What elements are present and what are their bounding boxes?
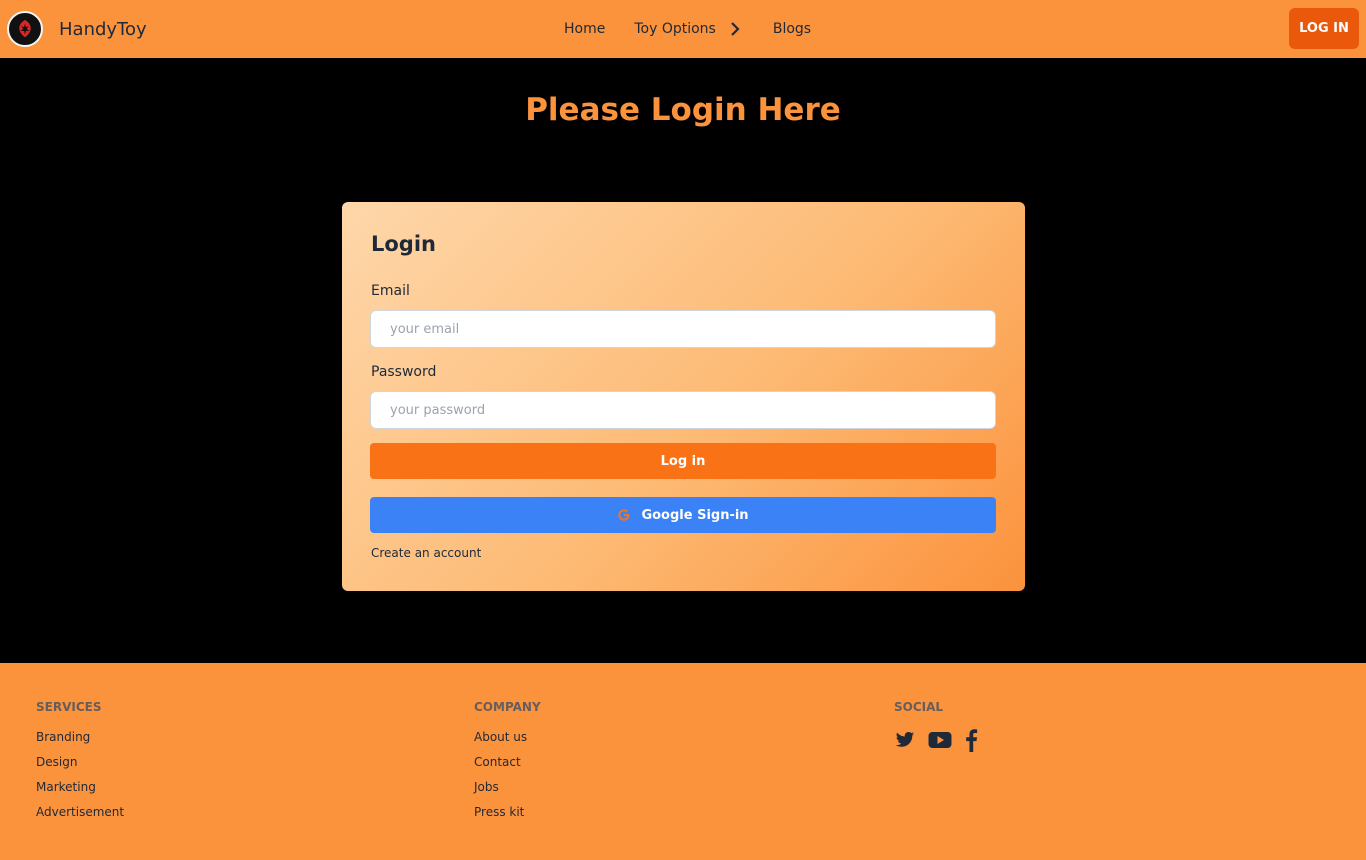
- footer: SERVICES Branding Design Marketing Adver…: [0, 663, 1366, 860]
- login-card: Login Email Password Log in Google Sign-…: [342, 202, 1025, 591]
- google-signin-label: Google Sign-in: [641, 507, 749, 523]
- chevron-right-icon: [730, 22, 740, 36]
- nav-menu: Home Toy Options Blogs: [564, 0, 811, 58]
- nav-toy-options[interactable]: Toy Options: [634, 21, 740, 37]
- nav-home-link[interactable]: Home: [564, 21, 605, 37]
- footer-social-heading: SOCIAL: [894, 700, 944, 714]
- facebook-icon[interactable]: [964, 728, 978, 752]
- navbar: HandyToy Home Toy Options Blogs LOG IN: [0, 0, 1366, 58]
- footer-link-branding[interactable]: Branding: [36, 730, 124, 755]
- footer-link-about-us[interactable]: About us: [474, 730, 541, 755]
- rebel-alliance-logo-icon: [7, 11, 43, 47]
- footer-company-heading: COMPANY: [474, 700, 541, 714]
- nav-blogs-link[interactable]: Blogs: [773, 21, 811, 37]
- footer-services: SERVICES Branding Design Marketing Adver…: [36, 700, 124, 830]
- login-card-title: Login: [371, 232, 436, 256]
- footer-link-jobs[interactable]: Jobs: [474, 780, 541, 805]
- brand[interactable]: HandyToy: [7, 11, 147, 47]
- email-field[interactable]: [370, 310, 996, 348]
- footer-link-marketing[interactable]: Marketing: [36, 780, 124, 805]
- google-signin-button[interactable]: Google Sign-in: [370, 497, 996, 533]
- page-title: Please Login Here: [525, 92, 841, 128]
- twitter-icon[interactable]: [894, 730, 916, 750]
- footer-link-advertisement[interactable]: Advertisement: [36, 805, 124, 830]
- password-field[interactable]: [370, 391, 996, 429]
- footer-services-heading: SERVICES: [36, 700, 102, 714]
- youtube-icon[interactable]: [928, 730, 952, 750]
- brand-name: HandyToy: [59, 18, 147, 40]
- footer-company: COMPANY About us Contact Jobs Press kit: [474, 700, 541, 830]
- footer-link-press-kit[interactable]: Press kit: [474, 805, 541, 830]
- google-icon: [617, 508, 631, 522]
- password-label: Password: [371, 364, 437, 380]
- create-account-link[interactable]: Create an account: [371, 546, 481, 560]
- footer-social: SOCIAL: [894, 700, 990, 752]
- nav-login-button[interactable]: LOG IN: [1289, 8, 1359, 49]
- nav-toy-options-label: Toy Options: [634, 21, 716, 37]
- footer-link-design[interactable]: Design: [36, 755, 124, 780]
- email-label: Email: [371, 283, 410, 299]
- login-submit-button[interactable]: Log in: [370, 443, 996, 479]
- social-icons: [894, 728, 990, 752]
- footer-link-contact[interactable]: Contact: [474, 755, 541, 780]
